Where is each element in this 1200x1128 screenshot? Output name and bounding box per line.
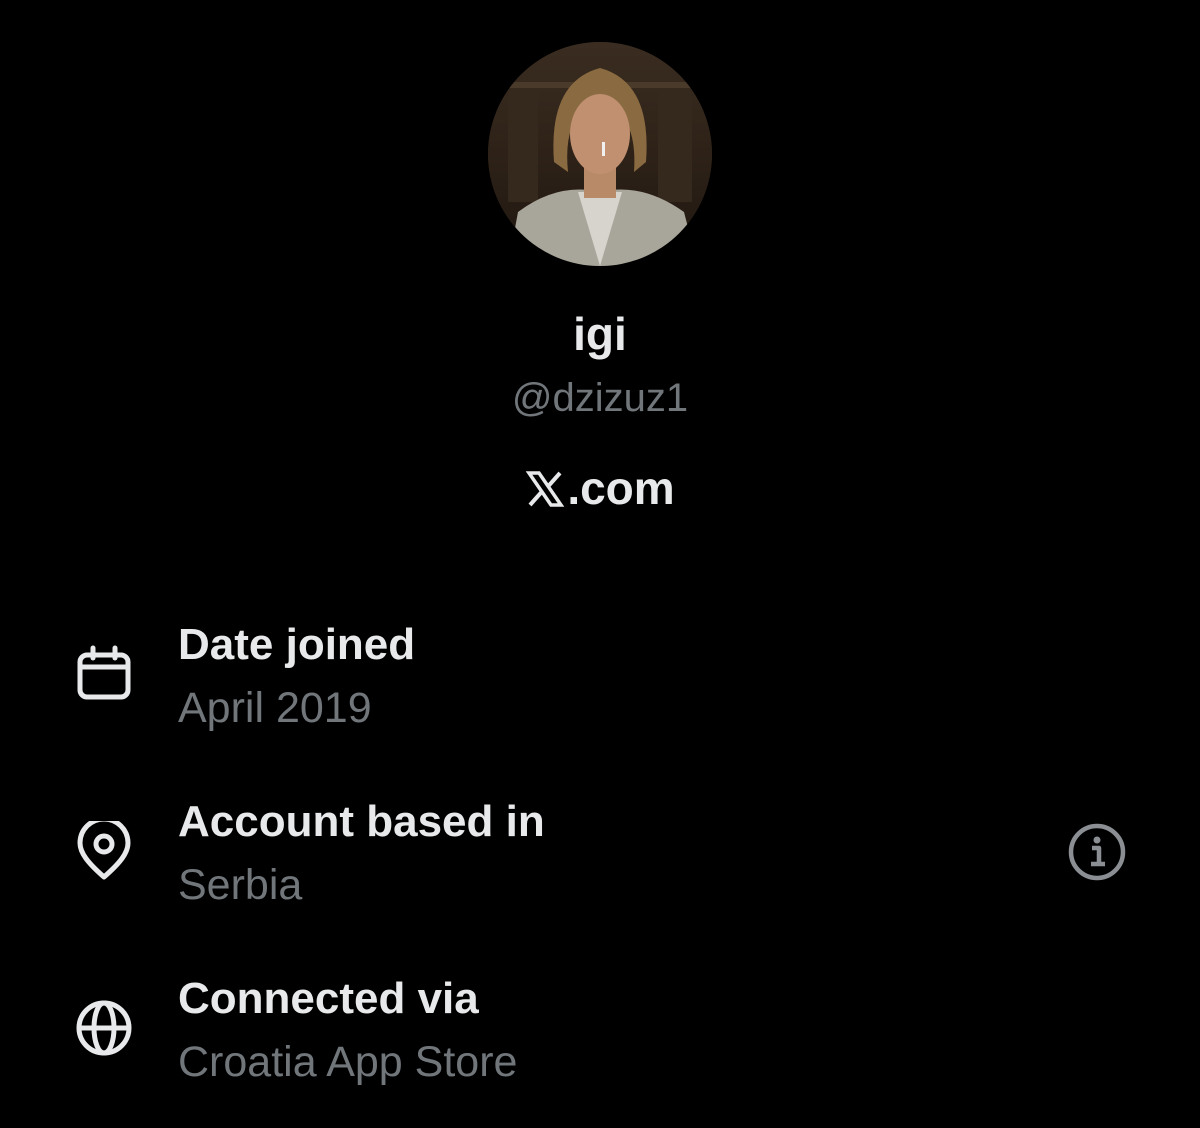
detail-label: Connected via [178, 974, 479, 1023]
display-name: igi [573, 308, 627, 360]
profile-avatar[interactable] [488, 42, 712, 266]
globe-icon [76, 1000, 132, 1056]
detail-label: Account based in [178, 797, 545, 846]
detail-value: April 2019 [178, 684, 372, 732]
avatar-photo [488, 42, 712, 266]
username-handle: @dzizuz1 [511, 376, 689, 420]
platform-domain: .com [567, 462, 675, 514]
location-pin-icon [77, 821, 131, 880]
x-logo-icon [525, 471, 565, 507]
detail-value: Serbia [178, 861, 303, 909]
detail-value: Croatia App Store [178, 1038, 518, 1086]
detail-row-connected-via: Connected via Croatia App Store [0, 968, 1200, 1098]
info-icon[interactable] [1066, 821, 1128, 883]
calendar-icon [77, 645, 131, 700]
detail-row-account-based-in: Account based in Serbia [0, 791, 1200, 921]
platform-brand: .com [0, 458, 1200, 518]
detail-label: Date joined [178, 620, 416, 669]
detail-row-date-joined: Date joined April 2019 [0, 614, 1200, 744]
